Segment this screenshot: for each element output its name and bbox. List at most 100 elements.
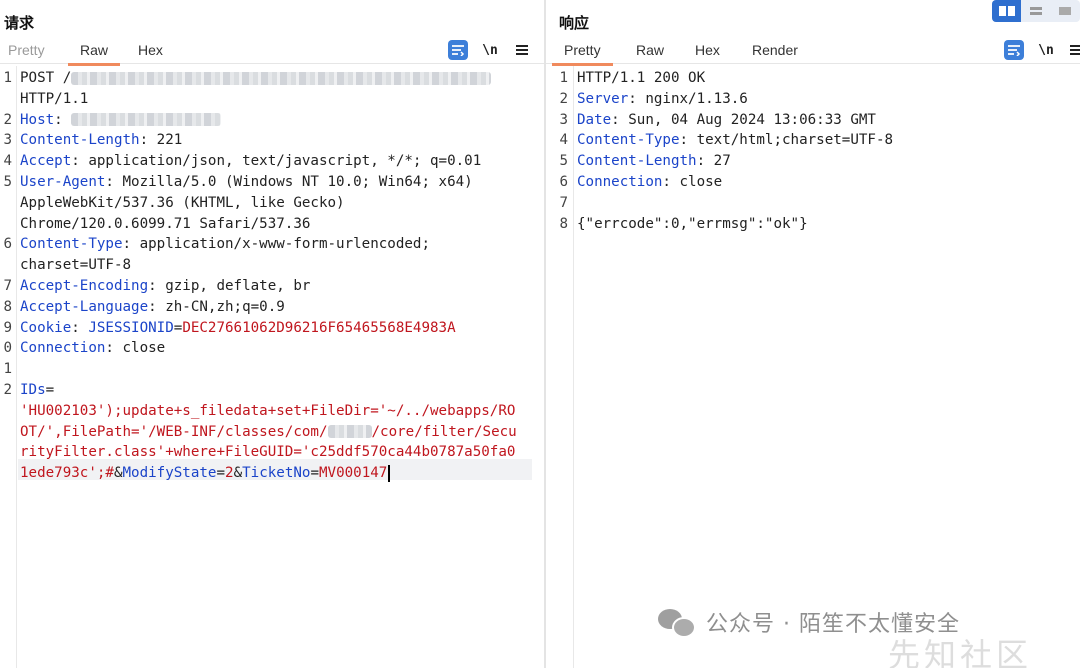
tab-hex[interactable]: Hex — [695, 42, 720, 58]
redacted-text — [71, 113, 222, 127]
pretty-print-icon[interactable] — [448, 40, 468, 60]
header-name: Accept — [20, 153, 72, 170]
line-content: charset=UTF-8 — [20, 255, 131, 276]
param-name: IDs — [20, 382, 46, 398]
top-bottom-layout-icon[interactable] — [1021, 0, 1050, 22]
line-content: OT/',FilePath='/WEB-INF/classes/com/ /cor… — [20, 422, 517, 443]
menu-icon[interactable] — [512, 40, 532, 60]
code-text: = — [310, 465, 320, 482]
line-number: 4 — [559, 132, 568, 149]
line-content: Date: Sun, 04 Aug 2024 13:06:33 GMT — [577, 110, 876, 131]
code-text: POST / — [20, 70, 72, 86]
code-text: : nginx/1.13.6 — [628, 90, 748, 107]
tabs-layout-icon[interactable] — [1051, 0, 1080, 22]
param-value: /core/filter/Secu — [371, 423, 517, 440]
header-name: Accept-Encoding — [20, 278, 149, 294]
wechat-logo-icon — [658, 607, 696, 638]
line-number: 1 — [559, 70, 568, 86]
line-content: Accept-Encoding: gzip, deflate, br — [20, 276, 310, 297]
newline-toggle-icon[interactable]: \n — [480, 40, 500, 60]
line-number: 1 — [3, 70, 12, 86]
site-watermark: 先知社区 — [888, 636, 1033, 668]
line-number: 3 — [3, 132, 12, 149]
response-editor[interactable]: 1 HTTP/1.1 200 OK 2 Server: nginx/1.13.6 3 Da… — [546, 66, 1080, 668]
line-content: Host: — [20, 110, 222, 131]
line-content: 1ede793c';#&ModifyState=2&TicketNo=MV000… — [20, 463, 391, 484]
line-content: Content-Type: application/x-www-form-url… — [20, 234, 430, 255]
line-content: 'HU002103');update+s_filedata+set+FileDi… — [20, 401, 515, 422]
request-editor[interactable]: 1 POST / HTTP/1.1 2 Host: 3 Content-Length: 2… — [0, 66, 544, 668]
header-name: Accept-Language — [20, 298, 149, 315]
side-by-side-layout-icon[interactable] — [992, 0, 1022, 22]
line-content: {"errcode":0,"errmsg":"ok"} — [577, 214, 808, 235]
line-number: 1 — [3, 361, 12, 378]
header-name: Content-Length — [20, 132, 140, 149]
response-title: 响应 — [559, 14, 590, 32]
code-text: : zh-CN,zh;q=0.9 — [148, 298, 285, 315]
tab-raw[interactable]: Raw — [636, 42, 664, 58]
menu-icon[interactable] — [1066, 40, 1080, 60]
line-content: Accept-Language: zh-CN,zh;q=0.9 — [20, 297, 285, 318]
line-number: 2 — [3, 382, 12, 398]
code-text: : application/json, text/javascript, */*… — [71, 153, 482, 170]
layout-switch — [992, 0, 1080, 22]
param-value: 1ede793c';# — [20, 465, 114, 482]
code-text: : Sun, 04 Aug 2024 13:06:33 GMT — [611, 111, 876, 128]
code-text: {"errcode":0,"errmsg":"ok"} — [577, 215, 808, 232]
line-content: Server: nginx/1.13.6 — [577, 89, 748, 110]
text-caret — [388, 464, 391, 482]
param-value: 'HU002103');update+s_filedata+set+FileDi… — [20, 402, 516, 419]
header-name: Host — [20, 111, 55, 128]
line-number: 2 — [3, 111, 12, 128]
line-content: User-Agent: Mozilla/5.0 (Windows NT 10.0… — [20, 172, 473, 193]
line-content: Chrome/120.0.6099.71 Safari/537.36 — [20, 214, 310, 235]
line-content: Accept: application/json, text/javascrip… — [20, 151, 481, 172]
header-name: User-Agent — [20, 174, 106, 190]
line-number: 8 — [3, 298, 12, 315]
code-text: : text/html;charset=UTF-8 — [679, 132, 894, 149]
tab-raw[interactable]: Raw — [67, 42, 121, 66]
tab-pretty[interactable]: Pretty — [8, 42, 45, 58]
code-text: : — [54, 111, 72, 128]
code-text: & — [113, 465, 123, 482]
redacted-text — [327, 425, 372, 439]
param-value: OT/',FilePath='/WEB-INF/classes/com/ — [20, 423, 328, 440]
code-text: AppleWebKit/537.36 (KHTML, like Gecko) — [20, 194, 345, 211]
code-text: : — [71, 319, 89, 336]
header-name: Content-Type — [577, 132, 680, 149]
code-text: : 27 — [696, 153, 731, 170]
param-name: TicketNo — [242, 465, 311, 482]
line-number: 3 — [559, 111, 568, 128]
header-name: Cookie — [20, 319, 72, 336]
code-text: = — [216, 465, 226, 482]
header-name: Content-Type — [20, 236, 123, 253]
line-number: 8 — [559, 215, 568, 232]
param-value: 2 — [225, 465, 234, 482]
line-number: 7 — [559, 194, 568, 211]
header-name: Connection — [577, 174, 663, 190]
response-tabs: Pretty Raw Hex Render — [546, 38, 1080, 66]
code-text: = — [45, 382, 55, 398]
code-text: charset=UTF-8 — [20, 257, 132, 274]
line-content: Connection: close — [20, 338, 165, 359]
newline-toggle-icon[interactable]: \n — [1036, 40, 1056, 60]
line-content: POST / — [20, 68, 492, 89]
param-name: ModifyState — [122, 465, 217, 482]
line-content: IDs= — [20, 380, 54, 401]
line-content: HTTP/1.1 — [20, 89, 88, 110]
request-title: 请求 — [4, 14, 35, 32]
code-text: : 221 — [139, 132, 183, 149]
line-number: 0 — [3, 340, 12, 357]
tab-render[interactable]: Render — [752, 42, 798, 58]
tab-hex[interactable]: Hex — [138, 42, 163, 58]
pretty-print-icon[interactable] — [1004, 40, 1024, 60]
line-number: 7 — [3, 278, 12, 294]
header-name: Content-Length — [577, 153, 697, 170]
line-number: 5 — [559, 153, 568, 170]
line-number: 9 — [3, 319, 12, 336]
param-value: rityFilter.class'+where+FileGUID='c25ddf… — [20, 444, 516, 461]
line-number: 5 — [3, 174, 12, 190]
code-text: : gzip, deflate, br — [148, 278, 311, 294]
tab-pretty[interactable]: Pretty — [552, 42, 613, 66]
line-content: Content-Length: 27 — [577, 151, 731, 172]
